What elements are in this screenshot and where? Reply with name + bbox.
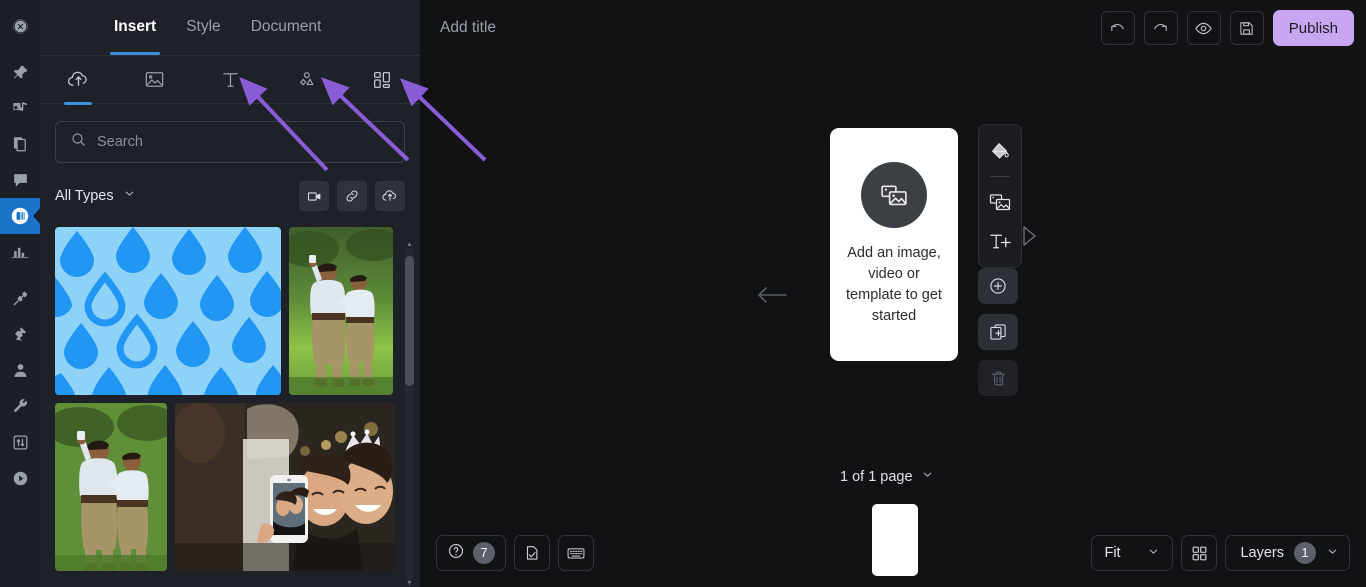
duplicate-page-icon[interactable] xyxy=(978,314,1018,350)
search-input[interactable] xyxy=(97,134,390,150)
photo-thumbnail-father-son-2[interactable] xyxy=(55,403,167,571)
layers-label: Layers xyxy=(1240,545,1284,561)
sidebar-item-integrations[interactable] xyxy=(0,316,40,352)
search-section xyxy=(40,104,420,163)
tab-document-label: Document xyxy=(250,17,322,35)
toolbar-divider xyxy=(990,176,1010,177)
chevron-down-icon xyxy=(123,187,136,205)
photo-thumbnail-father-son[interactable] xyxy=(289,227,393,395)
add-text-icon[interactable] xyxy=(980,222,1020,259)
help-button[interactable]: 7 xyxy=(436,535,506,571)
upload-cloud-icon[interactable] xyxy=(40,56,116,104)
link-icon[interactable] xyxy=(337,181,367,211)
publish-button[interactable]: Publish xyxy=(1272,10,1354,46)
sidebar-item-account[interactable] xyxy=(0,352,40,388)
sidebar-item-comments[interactable] xyxy=(0,162,40,198)
fill-color-icon[interactable] xyxy=(980,133,1020,170)
media-placeholder-icon xyxy=(861,162,927,228)
sidebar-item-pages[interactable] xyxy=(0,126,40,162)
filter-buttons xyxy=(299,181,405,211)
media-icon[interactable] xyxy=(980,183,1020,220)
sidebar-item-dashboard[interactable] xyxy=(0,8,40,44)
scroll-up-icon[interactable]: ▲ xyxy=(406,241,413,248)
layers-dropdown[interactable]: Layers 1 xyxy=(1225,535,1350,571)
sidebar-item-slides[interactable] xyxy=(0,198,40,234)
preview-button[interactable] xyxy=(1186,11,1221,45)
tab-insert[interactable]: Insert xyxy=(109,17,161,55)
search-icon xyxy=(70,131,87,153)
delete-page-icon[interactable] xyxy=(978,360,1018,396)
sidebar-item-pin[interactable] xyxy=(0,54,40,90)
sidebar-item-audio[interactable] xyxy=(0,90,40,126)
sidebar-item-build[interactable] xyxy=(0,280,40,316)
help-icon xyxy=(447,542,465,565)
search-box[interactable] xyxy=(55,121,405,163)
all-types-dropdown[interactable]: All Types xyxy=(55,187,136,205)
tab-document[interactable]: Document xyxy=(251,18,322,38)
page-placeholder-card[interactable]: Add an image, video or template to get s… xyxy=(830,128,958,361)
shapes-icon[interactable] xyxy=(268,56,344,104)
sidebar-item-controls[interactable] xyxy=(0,424,40,460)
video-icon[interactable] xyxy=(299,181,329,211)
top-bar-actions: Publish xyxy=(1100,10,1354,46)
page-indicator-label: 1 of 1 page xyxy=(840,469,913,485)
top-bar: Publish xyxy=(420,0,1366,56)
insert-icon-tabs xyxy=(40,56,420,104)
page-tool-buttons xyxy=(978,268,1018,396)
element-toolbar xyxy=(978,124,1022,268)
redo-button[interactable] xyxy=(1143,11,1178,45)
chevron-down-icon xyxy=(921,468,934,486)
keyboard-shortcuts-button[interactable] xyxy=(558,535,594,571)
help-badge: 7 xyxy=(473,542,495,564)
insert-panel: Insert Style Document Search All Types ▲… xyxy=(40,0,420,587)
previous-page-arrow[interactable] xyxy=(756,284,788,311)
document-title-input[interactable] xyxy=(440,19,780,37)
page-check-button[interactable] xyxy=(514,535,550,571)
all-types-label: All Types xyxy=(55,188,114,204)
tab-insert-label: Insert xyxy=(114,17,157,35)
chevron-down-icon xyxy=(1147,545,1160,562)
tab-style[interactable]: Style xyxy=(186,18,220,38)
tab-style-label: Style xyxy=(186,17,221,35)
elements-grid-icon[interactable] xyxy=(344,56,420,104)
page-indicator[interactable]: 1 of 1 page xyxy=(840,468,934,486)
panel-tabs: Insert Style Document xyxy=(40,0,420,56)
add-page-icon[interactable] xyxy=(978,268,1018,304)
thumbnail-grid xyxy=(40,211,420,571)
grid-view-button[interactable] xyxy=(1181,535,1218,571)
scroll-down-icon[interactable]: ▼ xyxy=(406,580,413,587)
canvas[interactable]: Add an image, video or template to get s… xyxy=(420,56,1366,576)
undo-button[interactable] xyxy=(1100,11,1135,45)
panel-scrollbar[interactable]: ▲ ▼ xyxy=(405,241,414,587)
chevron-down-icon xyxy=(1326,545,1339,562)
panel-scrollbar-thumb[interactable] xyxy=(405,256,414,386)
photo-thumbnail-party-selfie[interactable] xyxy=(175,403,395,571)
sidebar-item-settings[interactable] xyxy=(0,388,40,424)
app-root: Insert Style Document Search All Types ▲… xyxy=(0,0,1366,587)
sidebar-item-charts[interactable] xyxy=(0,234,40,270)
sidebar-item-play[interactable] xyxy=(0,460,40,496)
raindrop-pattern-thumbnail[interactable] xyxy=(55,227,281,395)
upload-cloud-icon[interactable] xyxy=(375,181,405,211)
left-rail xyxy=(0,0,40,587)
bottom-left-buttons: 7 xyxy=(436,535,594,571)
zoom-label: Fit xyxy=(1104,545,1121,561)
bottom-right-controls: Fit Layers 1 xyxy=(1091,535,1350,571)
layers-count-badge: 1 xyxy=(1294,542,1316,564)
save-button[interactable] xyxy=(1229,11,1264,45)
text-icon[interactable] xyxy=(192,56,268,104)
bottom-bar: 7 Fit Layers 1 xyxy=(420,517,1366,587)
placeholder-text: Add an image, video or template to get s… xyxy=(846,245,942,324)
main-area: Publish Add an im xyxy=(420,0,1366,587)
image-icon[interactable] xyxy=(116,56,192,104)
zoom-dropdown[interactable]: Fit xyxy=(1091,535,1174,571)
filter-row: All Types xyxy=(40,163,420,211)
